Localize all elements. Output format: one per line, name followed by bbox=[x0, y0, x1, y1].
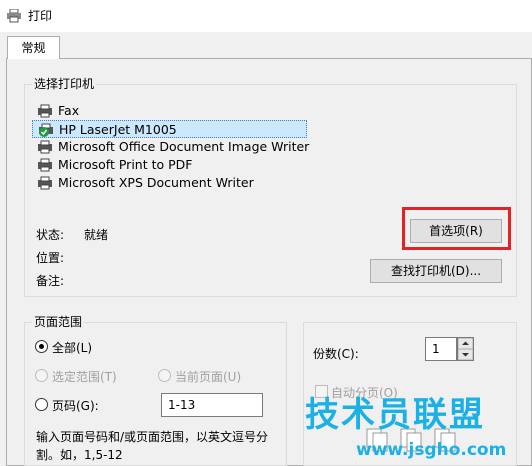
printer-icon bbox=[38, 140, 52, 154]
page-range-help-line1: 输入页面号码和/或页面范围，以英文逗号分 bbox=[36, 430, 269, 444]
location-label: 位置: bbox=[36, 251, 65, 265]
printer-name: Microsoft XPS Document Writer bbox=[58, 175, 254, 190]
comment-label: 备注: bbox=[36, 274, 65, 288]
watermark-url: www.jsgho.com bbox=[356, 440, 507, 460]
title-bar: 打印 bbox=[0, 0, 532, 32]
current-page-label: 当前页面(U) bbox=[175, 370, 242, 384]
selection-label: 选定范围(T) bbox=[52, 370, 117, 384]
printer-list[interactable]: Fax HP LaserJet M1005 Microsoft Office D… bbox=[32, 99, 506, 203]
default-printer-icon bbox=[39, 123, 53, 137]
printer-icon bbox=[7, 9, 21, 23]
all-pages-label: 全部(L) bbox=[52, 341, 93, 355]
printer-name: Microsoft Office Document Image Writer bbox=[58, 139, 310, 154]
copies-label: 份数(C): bbox=[313, 347, 359, 361]
printer-icon bbox=[38, 176, 52, 190]
window-title: 打印 bbox=[28, 9, 53, 23]
printer-item-print-to-pdf[interactable]: Microsoft Print to PDF bbox=[32, 156, 307, 174]
watermark-logo-text: 技术员联盟 bbox=[305, 395, 485, 435]
pages-input[interactable]: 1-13 bbox=[161, 393, 263, 417]
pages-radio[interactable] bbox=[35, 398, 48, 411]
printer-name: Fax bbox=[58, 103, 80, 118]
copies-spinner[interactable] bbox=[457, 337, 474, 361]
tab-general[interactable]: 常规 bbox=[7, 36, 60, 59]
copies-input[interactable]: 1 bbox=[425, 337, 457, 361]
printer-item-office-image-writer[interactable]: Microsoft Office Document Image Writer bbox=[32, 138, 310, 156]
printer-item-fax[interactable]: Fax bbox=[32, 102, 307, 120]
page-range-title: 页面范围 bbox=[32, 315, 85, 329]
fax-printer-icon bbox=[38, 104, 52, 118]
status-label: 状态: bbox=[36, 228, 65, 242]
select-printer-title: 选择打印机 bbox=[32, 77, 97, 91]
spin-down-icon[interactable] bbox=[458, 349, 473, 360]
status-value: 就绪 bbox=[84, 228, 109, 242]
printer-icon bbox=[38, 158, 52, 172]
selection-radio[interactable] bbox=[35, 369, 48, 382]
printer-item-xps-writer[interactable]: Microsoft XPS Document Writer bbox=[32, 174, 307, 192]
printer-name: Microsoft Print to PDF bbox=[58, 157, 193, 172]
pages-label: 页码(G): bbox=[52, 399, 99, 413]
all-pages-radio[interactable] bbox=[35, 340, 48, 353]
spin-up-icon[interactable] bbox=[458, 338, 473, 349]
find-printer-button[interactable]: 查找打印机(D)... bbox=[370, 259, 502, 283]
printer-item-hp-laserjet[interactable]: HP LaserJet M1005 bbox=[32, 120, 307, 138]
printer-name: HP LaserJet M1005 bbox=[59, 122, 177, 137]
current-page-radio[interactable] bbox=[158, 369, 171, 382]
preferences-button[interactable]: 首选项(R) bbox=[410, 219, 502, 243]
page-range-help-line2: 割。如，1,5-12 bbox=[36, 448, 123, 462]
